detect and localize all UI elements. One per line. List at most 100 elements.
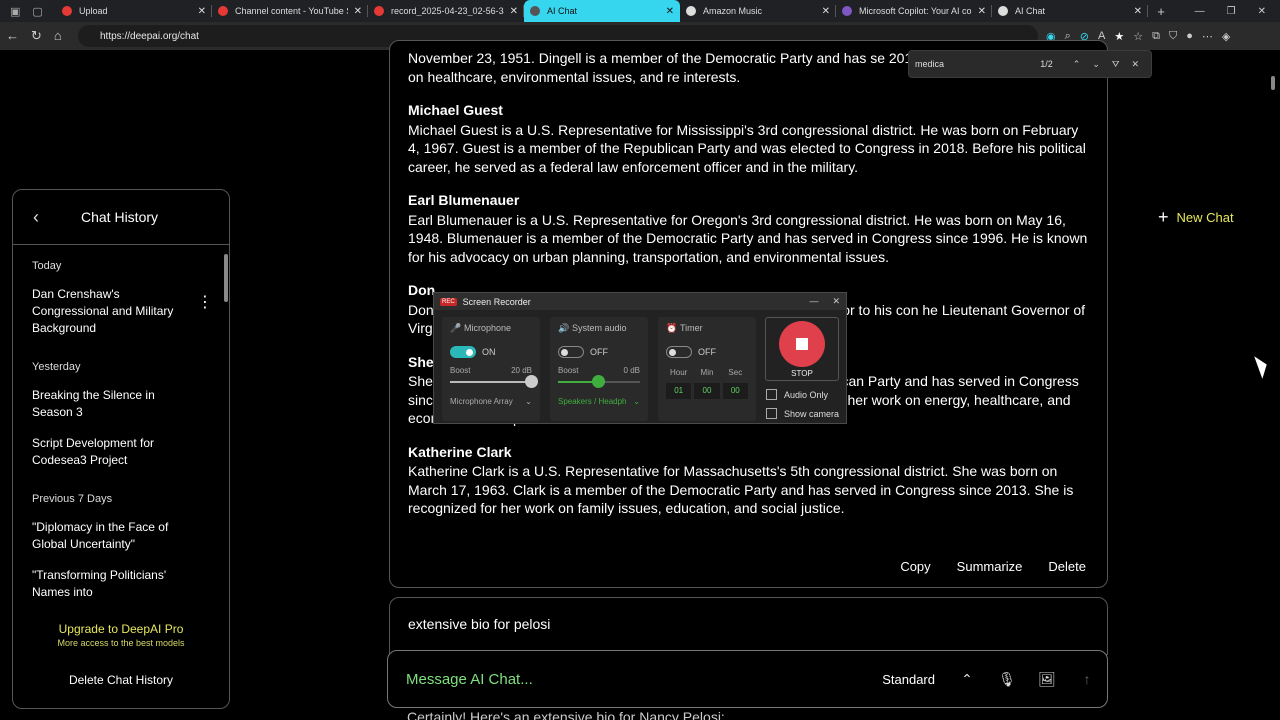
page-scroll-thumb[interactable] — [1271, 76, 1275, 90]
tab-strip: ▣ ▢ Upload ✕ Channel content - YouTube Stu… — [0, 0, 1280, 22]
tab-close-icon[interactable]: ✕ — [198, 6, 206, 17]
tab-title: Upload — [79, 6, 108, 16]
show-camera-checkbox[interactable]: Show camera — [766, 408, 839, 419]
chat-history-sidebar: ‹ Chat History Today Dan Crenshaw's Congr… — [12, 189, 230, 709]
tab-close-icon[interactable]: ✕ — [1134, 6, 1142, 17]
chevron-up-icon[interactable]: ⌃ — [947, 671, 987, 688]
image-icon[interactable]: 🖼 — [1027, 671, 1067, 688]
upgrade-link[interactable]: Upgrade to DeepAI Pro More access to the… — [13, 622, 229, 648]
close-window-icon[interactable]: ✕ — [1258, 6, 1266, 17]
tab-separator — [1147, 5, 1148, 17]
find-input[interactable]: medica — [915, 59, 1040, 69]
history-item-label: Dan Crenshaw's Congressional and Militar… — [32, 287, 174, 335]
browser-tab[interactable]: Upload ✕ — [56, 0, 212, 22]
system-audio-toggle[interactable] — [558, 346, 584, 358]
find-prev-icon[interactable]: ⌃ — [1073, 59, 1081, 70]
tab-close-icon[interactable]: ✕ — [666, 6, 674, 17]
system-audio-device: Speakers / Headph — [558, 397, 627, 406]
refresh-icon[interactable]: ↻ — [31, 28, 42, 44]
minimize-icon[interactable]: — — [1195, 6, 1205, 17]
back-icon[interactable]: ← — [6, 28, 19, 44]
tab-close-icon[interactable]: ✕ — [822, 6, 830, 17]
recorder-titlebar[interactable]: REC Screen Recorder — ✕ — [434, 293, 846, 310]
timer-values: 01 00 00 — [666, 383, 748, 399]
delete-history-button[interactable]: Delete Chat History — [13, 673, 229, 687]
more-icon[interactable]: ⋯ — [1202, 30, 1213, 43]
alarm-clock-icon: ⏰ — [666, 323, 678, 333]
home-icon[interactable]: ⌂ — [54, 28, 62, 44]
system-slider-knob[interactable] — [592, 375, 605, 388]
favorites-icon[interactable]: ☆ — [1133, 30, 1143, 43]
timer-toggle[interactable] — [666, 346, 692, 358]
history-item[interactable]: Script Development for Codesea3 Project — [13, 421, 225, 469]
delete-button[interactable]: Delete — [1048, 559, 1086, 574]
browser-tab[interactable]: Microsoft Copilot: Your AI comp ✕ — [836, 0, 992, 22]
model-select[interactable]: Standard — [882, 672, 935, 687]
browser-tab[interactable]: record_2025-04-23_02-56-34 ✕ — [368, 0, 524, 22]
microphone-device-select[interactable]: Microphone Array ⌄ — [450, 397, 532, 406]
tabs: Upload ✕ Channel content - YouTube Stu ✕ rec… — [56, 0, 1148, 22]
page-scrollbar[interactable] — [1268, 50, 1278, 716]
history-item[interactable]: "Diplomacy in the Face of Global Uncerta… — [13, 505, 225, 553]
tab-close-icon[interactable]: ✕ — [510, 6, 518, 17]
sidebar-scroll-thumb[interactable] — [224, 254, 228, 302]
sidebar-scrollbar[interactable] — [223, 246, 229, 616]
browser-tab[interactable]: Amazon Music ✕ — [680, 0, 836, 22]
tab-actions-icon[interactable]: ▢ — [32, 5, 42, 18]
collections-icon[interactable]: ⧉ — [1152, 30, 1160, 43]
profile-avatar-icon[interactable]: ● — [1186, 30, 1193, 43]
find-filter-icon[interactable]: ⛛ — [1112, 59, 1120, 70]
favorite-star-icon[interactable]: ★ — [1114, 30, 1124, 43]
tab-favicon-icon — [62, 6, 72, 16]
microphone-slider-knob[interactable] — [525, 375, 538, 388]
send-icon[interactable]: ↑ — [1067, 671, 1107, 687]
workspaces-icon[interactable]: ▣ — [10, 5, 20, 18]
restore-icon[interactable]: ❐ — [1227, 6, 1236, 17]
window-controls: — ❐ ✕ — [1195, 6, 1280, 17]
stop-recording-button[interactable]: STOP — [765, 317, 839, 381]
timer-panel: ⏰ Timer OFF Hour Min Sec 01 00 00 — [658, 317, 756, 421]
tab-close-icon[interactable]: ✕ — [354, 6, 362, 17]
bio-name: Michael Guest — [408, 102, 503, 118]
system-audio-device-select[interactable]: Speakers / Headph ⌄ — [558, 397, 640, 406]
tab-title: AI Chat — [1015, 6, 1046, 16]
microphone-boost-slider[interactable] — [450, 375, 538, 388]
browser-tab[interactable]: Channel content - YouTube Stu ✕ — [212, 0, 368, 22]
history-item[interactable]: Dan Crenshaw's Congressional and Militar… — [13, 272, 225, 337]
audio-only-box[interactable] — [766, 389, 777, 400]
find-next-icon[interactable]: ⌄ — [1092, 59, 1100, 70]
response-actions: Copy Summarize Delete — [900, 559, 1086, 574]
history-item[interactable]: "Transforming Politicians' Names into — [13, 553, 225, 601]
microphone-icon[interactable]: 🎙 — [987, 671, 1027, 688]
find-count: 1/2 — [1040, 59, 1053, 69]
min-field[interactable]: 00 — [694, 383, 720, 399]
audio-only-checkbox[interactable]: Audio Only — [766, 389, 828, 400]
timer-label: Timer — [680, 323, 703, 333]
new-chat-button[interactable]: + New Chat — [1158, 207, 1234, 228]
window-system-icons: ▣ ▢ — [0, 5, 56, 18]
more-options-icon[interactable]: ⋮ — [197, 294, 213, 311]
chevron-left-icon[interactable]: ‹ — [33, 207, 81, 228]
copilot-icon[interactable]: ◈ — [1222, 30, 1230, 43]
shield-icon[interactable]: ⛉ — [1169, 30, 1177, 43]
recorder-close-icon[interactable]: ✕ — [832, 296, 840, 307]
browser-tab[interactable]: AI Chat ✕ — [992, 0, 1148, 22]
new-tab-button[interactable]: + — [1148, 4, 1174, 19]
message-input[interactable]: Message AI Chat... — [406, 671, 882, 688]
microphone-toggle[interactable] — [450, 346, 476, 358]
recorder-minimize-icon[interactable]: — — [809, 296, 818, 307]
hour-field[interactable]: 01 — [666, 383, 692, 399]
system-audio-boost-slider[interactable] — [558, 375, 640, 388]
tab-favicon-icon — [374, 6, 384, 16]
summarize-button[interactable]: Summarize — [957, 559, 1023, 574]
copy-button[interactable]: Copy — [900, 559, 930, 574]
sec-field[interactable]: 00 — [722, 383, 748, 399]
recorder-controls: — ✕ — [809, 296, 840, 307]
browser-tab[interactable]: AI Chat ✕ — [524, 0, 680, 22]
tab-title: record_2025-04-23_02-56-34 — [391, 6, 504, 16]
history-item[interactable]: Breaking the Silence in Season 3 — [13, 373, 225, 421]
show-camera-box[interactable] — [766, 408, 777, 419]
tab-close-icon[interactable]: ✕ — [978, 6, 986, 17]
show-camera-label: Show camera — [784, 408, 840, 419]
find-close-icon[interactable]: ✕ — [1131, 59, 1139, 70]
